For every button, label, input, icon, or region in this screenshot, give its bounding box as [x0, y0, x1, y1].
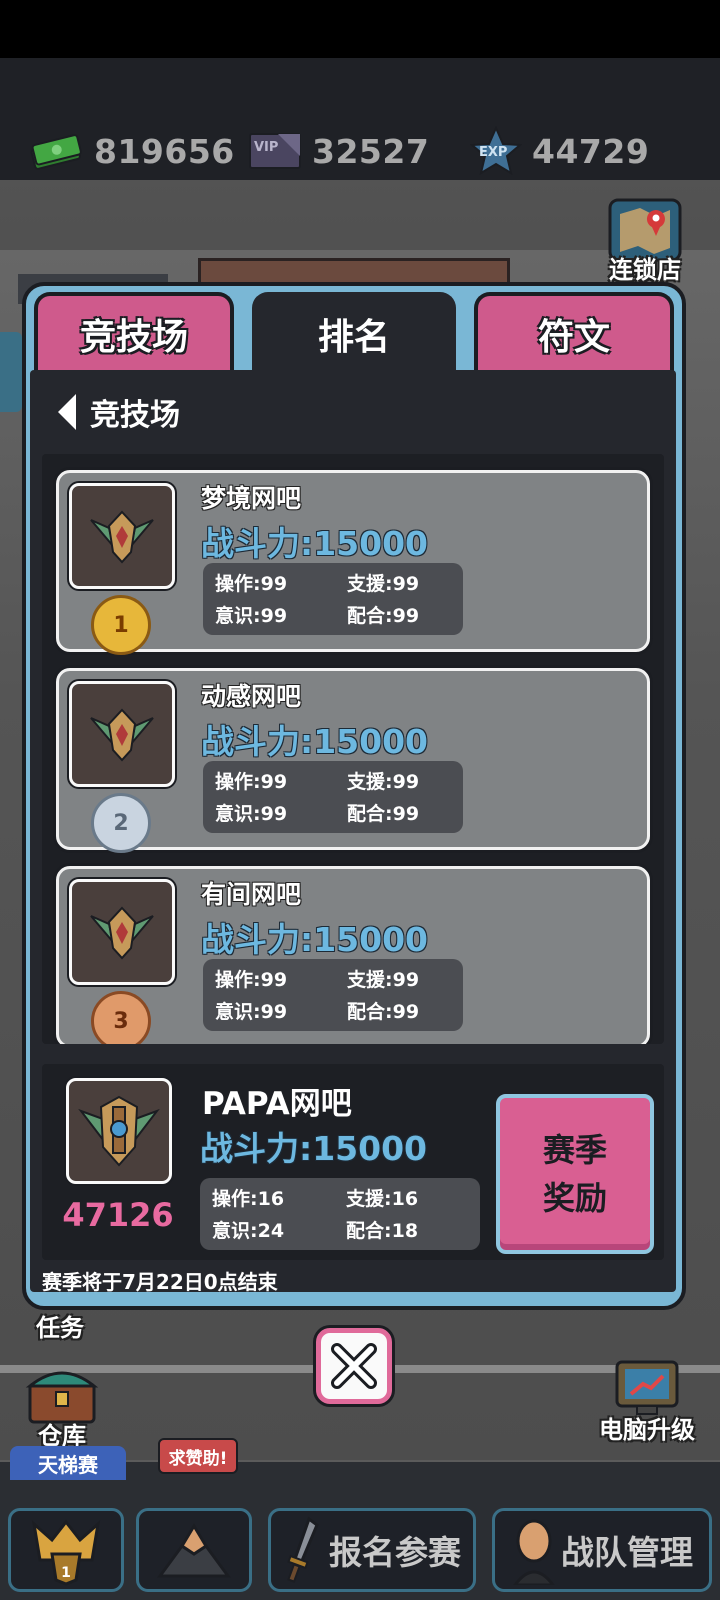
chain-store-label: 连锁店	[609, 256, 681, 284]
silver-medal-icon: 2	[91, 793, 151, 853]
season-reward-label-line2: 奖励	[542, 1179, 607, 1217]
chain-store-button[interactable]: 连锁店	[604, 196, 686, 285]
team-name: 动感网吧	[201, 682, 302, 711]
team-name: 有间网吧	[201, 880, 302, 909]
team-stats: 操作:99 支援:99 意识:99 配合:99	[203, 959, 463, 1031]
stat-awareness: 意识:99	[215, 803, 288, 825]
gold-medal-icon: 1	[91, 595, 151, 655]
team-power: 战斗力:15000	[201, 722, 429, 761]
currency-exp: EXP 44729	[470, 126, 650, 176]
cash-amount: 819656	[94, 131, 235, 171]
team-power: 战斗力:15000	[201, 920, 429, 959]
my-rank-number: 47126	[62, 1196, 174, 1234]
team-power: 战斗力:15000	[201, 524, 429, 563]
my-team-stats: 操作:16 支援:16 意识:24 配合:18	[200, 1178, 480, 1250]
tab-ranking[interactable]: 排名	[252, 292, 456, 376]
back-to-arena-button[interactable]: 竞技场	[58, 390, 180, 434]
vip-amount: 32527	[312, 131, 430, 171]
ladder-match-tag: 天梯赛	[10, 1446, 126, 1480]
player-avatar-icon	[513, 1519, 555, 1585]
team-emblem	[69, 681, 175, 787]
medal-rank: 2	[113, 810, 129, 836]
wing-emblem-icon	[90, 906, 154, 960]
stat-support: 支援:99	[347, 771, 420, 793]
tab-runes[interactable]: 符文	[474, 292, 674, 372]
my-team-name: PAPA网吧	[202, 1086, 352, 1122]
stat-support: 支援:99	[347, 573, 420, 595]
signup-button[interactable]: 报名参赛	[268, 1508, 476, 1592]
warehouse-button[interactable]: 仓库	[20, 1362, 104, 1451]
stat-teamwork: 配合:18	[346, 1220, 419, 1242]
medal-rank: 3	[113, 1008, 129, 1034]
ranking-card[interactable]: 1 梦境网吧 战斗力:15000 操作:99 支援:99 意识:99 配合:99	[56, 470, 650, 655]
pc-upgrade-button[interactable]: 电脑升级	[588, 1356, 706, 1445]
season-reward-label-line1: 赛季	[542, 1131, 607, 1169]
season-end-note: 赛季将于7月22日0点结束	[42, 1270, 278, 1294]
wing-emblem-icon	[90, 510, 154, 564]
stat-operation: 操作:99	[215, 969, 288, 991]
signup-label: 报名参赛	[329, 1533, 461, 1572]
medal-rank: 1	[113, 612, 129, 638]
tab-arena[interactable]: 竞技场	[34, 292, 234, 372]
exp-amount: 44729	[532, 131, 650, 171]
bronze-medal-icon: 3	[91, 991, 151, 1044]
ladder-crest-icon: 1	[31, 1519, 101, 1586]
stat-awareness: 意识:99	[215, 605, 288, 627]
sword-icon	[287, 1516, 319, 1583]
stat-support: 支援:99	[347, 969, 420, 991]
currency-cash: 819656	[28, 128, 235, 174]
ladder-match-button[interactable]: 1	[8, 1508, 124, 1592]
cash-icon	[30, 134, 82, 170]
season-reward-button[interactable]: 赛季 奖励	[496, 1094, 654, 1254]
ranking-card[interactable]: 3 有间网吧 战斗力:15000 操作:99 支援:99 意识:99 配合:99	[56, 866, 650, 1044]
my-team-emblem	[66, 1078, 172, 1184]
sponsor-tag: 求赞助!	[158, 1438, 238, 1474]
menu-drawer-handle[interactable]	[0, 332, 22, 412]
stat-awareness: 意识:99	[215, 1001, 288, 1023]
stat-operation: 操作:99	[215, 573, 288, 595]
handshake-icon	[157, 1523, 231, 1578]
close-icon	[331, 1343, 377, 1389]
vip-icon-text: VIP	[254, 140, 279, 155]
team-name: 梦境网吧	[201, 484, 302, 513]
stat-awareness: 意识:24	[212, 1220, 285, 1242]
team-stats: 操作:99 支援:99 意识:99 配合:99	[203, 761, 463, 833]
stat-operation: 操作:99	[215, 771, 288, 793]
stat-teamwork: 配合:99	[347, 803, 420, 825]
team-management-button[interactable]: 战队管理	[492, 1508, 712, 1592]
back-arrow-icon	[58, 394, 76, 430]
svg-text:1: 1	[61, 1565, 71, 1581]
team-management-label: 战队管理	[561, 1533, 693, 1572]
stat-operation: 操作:16	[212, 1188, 285, 1210]
shield-emblem-icon	[78, 1095, 160, 1167]
my-team-power: 战斗力:15000	[200, 1129, 428, 1168]
wing-emblem-icon	[90, 708, 154, 762]
status-bar	[0, 0, 720, 58]
computer-upgrade-icon	[615, 1360, 679, 1415]
team-stats: 操作:99 支援:99 意识:99 配合:99	[203, 563, 463, 635]
team-emblem	[69, 879, 175, 985]
stat-teamwork: 配合:99	[347, 605, 420, 627]
pc-upgrade-label: 电脑升级	[599, 1416, 695, 1444]
back-label: 竞技场	[90, 398, 180, 433]
close-button[interactable]	[316, 1328, 392, 1404]
team-emblem	[69, 483, 175, 589]
currency-vip: VIP 32527	[248, 128, 429, 174]
sponsor-button[interactable]	[136, 1508, 252, 1592]
ranking-list[interactable]: 1 梦境网吧 战斗力:15000 操作:99 支援:99 意识:99 配合:99…	[42, 454, 664, 1044]
task-label[interactable]: 任务	[36, 1308, 84, 1343]
exp-icon-text: EXP	[479, 145, 508, 160]
stat-support: 支援:16	[346, 1188, 419, 1210]
ranking-card[interactable]: 2 动感网吧 战斗力:15000 操作:99 支援:99 意识:99 配合:99	[56, 668, 650, 853]
stat-teamwork: 配合:99	[347, 1001, 420, 1023]
